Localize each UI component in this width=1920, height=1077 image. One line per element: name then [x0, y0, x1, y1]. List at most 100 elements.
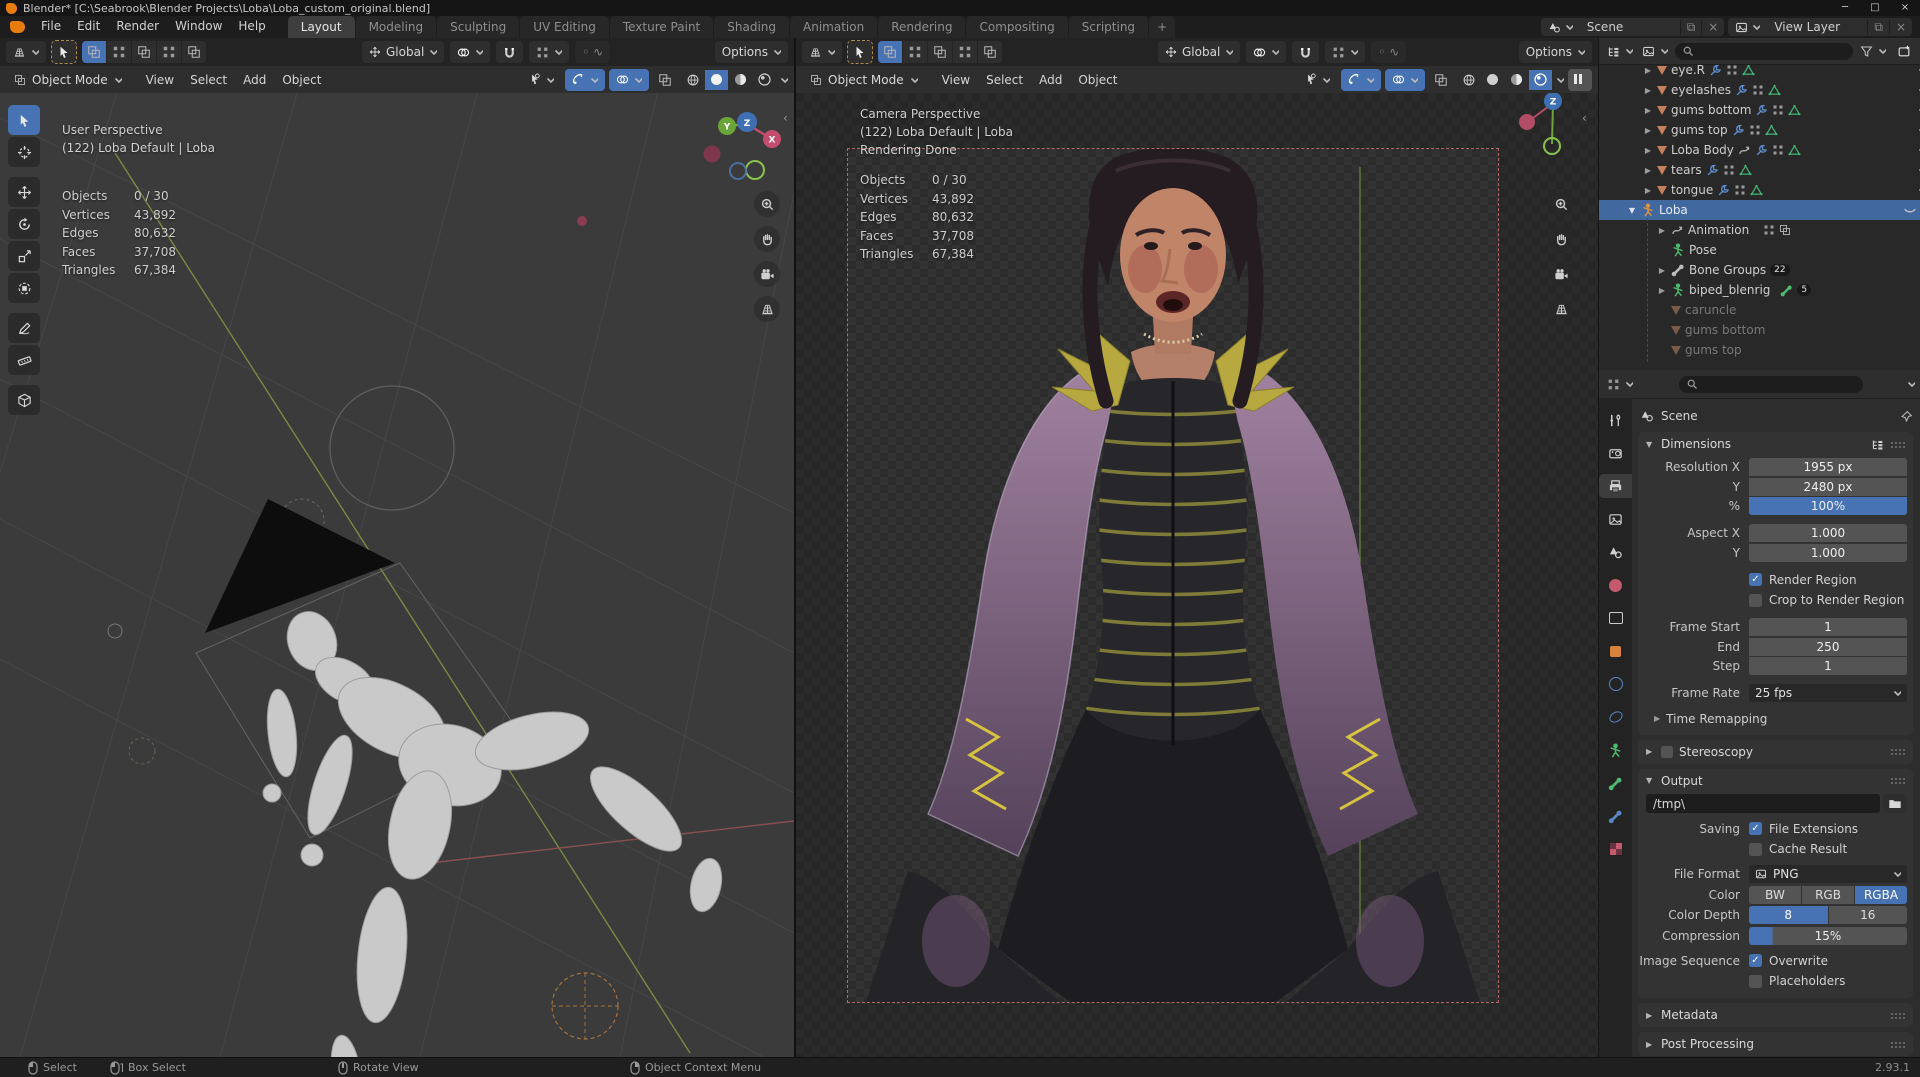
- tab-scene[interactable]: [1599, 540, 1632, 564]
- color-rgb-button[interactable]: RGB: [1802, 886, 1854, 904]
- hide-eye-closed-icon[interactable]: [1903, 203, 1917, 217]
- select-intersect-mode-button[interactable]: [182, 41, 206, 63]
- zoom-button[interactable]: [1548, 191, 1574, 217]
- tool-annotate[interactable]: [8, 313, 40, 343]
- resolution-y-field[interactable]: 2480 px: [1749, 478, 1907, 496]
- outliner-item-loba-body[interactable]: ▶ Loba Body: [1599, 140, 1920, 160]
- outliner-item-gums-bottom[interactable]: ▶ gums bottom: [1599, 100, 1920, 120]
- frame-start-field[interactable]: 1: [1749, 618, 1907, 636]
- stereoscopy-checkbox[interactable]: [1661, 746, 1673, 758]
- snap-toggle-button[interactable]: [496, 41, 523, 63]
- tab-rendering[interactable]: Rendering: [878, 16, 965, 38]
- select-extend-mode-button[interactable]: [107, 41, 131, 63]
- color-bw-button[interactable]: BW: [1749, 886, 1801, 904]
- tab-sculpting[interactable]: Sculpting: [437, 16, 519, 38]
- options-dropdown[interactable]: Options: [1519, 41, 1592, 63]
- outliner-search-input[interactable]: [1675, 43, 1853, 60]
- pin-icon[interactable]: [1900, 410, 1913, 423]
- tab-compositing[interactable]: Compositing: [966, 16, 1067, 38]
- viewport-canvas-left[interactable]: User Perspective (122) Loba Default | Lo…: [0, 93, 794, 1057]
- outliner-item-tongue[interactable]: ▶ tongue: [1599, 180, 1920, 200]
- properties-search-input[interactable]: [1679, 376, 1863, 393]
- shading-material-button[interactable]: [729, 70, 752, 90]
- select-invert-mode-button[interactable]: [157, 41, 181, 63]
- shading-wireframe-button[interactable]: [681, 70, 704, 90]
- overlays-toggle[interactable]: [609, 69, 649, 91]
- file-browse-button[interactable]: [1883, 794, 1907, 813]
- object-visibility-dropdown[interactable]: [1297, 69, 1337, 91]
- outliner-item-tears[interactable]: ▶ tears: [1599, 160, 1920, 180]
- navigation-gizmo[interactable]: Z: [1508, 93, 1578, 163]
- menu-view[interactable]: View: [934, 73, 978, 87]
- add-workspace-button[interactable]: +: [1149, 16, 1175, 38]
- outliner-item-eyelashes[interactable]: ▶ eyelashes: [1599, 80, 1920, 100]
- view-layer-selector[interactable]: View Layer ⧉ ×: [1728, 18, 1912, 36]
- tab-texture[interactable]: [1599, 837, 1632, 861]
- tab-world[interactable]: [1599, 573, 1632, 597]
- sidebar-collapse-arrow[interactable]: ‹: [783, 111, 788, 125]
- tab-object[interactable]: [1599, 639, 1632, 663]
- panel-output-header[interactable]: ▼Output: [1638, 769, 1913, 793]
- options-dropdown[interactable]: Options: [715, 41, 788, 63]
- object-visibility-dropdown[interactable]: [521, 69, 561, 91]
- tool-move[interactable]: [8, 177, 40, 207]
- copy-scene-icon[interactable]: ⧉: [1680, 20, 1702, 35]
- editor-type-button[interactable]: [1605, 40, 1635, 62]
- select-extend-mode-button[interactable]: [903, 41, 927, 63]
- tab-render[interactable]: [1599, 441, 1632, 465]
- camera-view-button[interactable]: [754, 261, 780, 287]
- editor-type-button[interactable]: [802, 41, 842, 63]
- ortho-toggle-button[interactable]: [754, 296, 780, 322]
- aspect-y-field[interactable]: 1.000: [1749, 544, 1907, 562]
- menu-add[interactable]: Add: [1031, 73, 1070, 87]
- frame-step-field[interactable]: 1: [1749, 657, 1907, 675]
- outliner-item-gums-top[interactable]: ▶ gums top: [1599, 120, 1920, 140]
- xray-toggle[interactable]: [653, 69, 677, 91]
- drag-dots-icon[interactable]: [1890, 1041, 1905, 1048]
- menu-window[interactable]: Window: [167, 16, 230, 38]
- tool-add-cube[interactable]: [8, 385, 40, 415]
- tab-tool[interactable]: [1599, 408, 1632, 432]
- ortho-toggle-button[interactable]: [1548, 296, 1574, 322]
- maximize-button[interactable]: □: [1860, 0, 1890, 16]
- drag-dots-icon[interactable]: [1890, 748, 1905, 755]
- drag-dots-icon[interactable]: [1890, 1012, 1905, 1019]
- time-remapping-subpanel[interactable]: ▶ Time Remapping: [1638, 709, 1913, 729]
- pivot-point-dropdown[interactable]: [450, 41, 490, 63]
- tool-transform[interactable]: [8, 273, 40, 303]
- tab-collection[interactable]: [1599, 606, 1632, 630]
- tab-bone-constraint[interactable]: [1599, 804, 1632, 828]
- shading-material-button[interactable]: [1505, 70, 1528, 90]
- viewport-3d-left[interactable]: Global ◦ ∿ Options Object Mode View Sele…: [0, 38, 794, 1057]
- snap-settings-dropdown[interactable]: [529, 41, 569, 63]
- proportional-editing-button[interactable]: ◦ ∿: [575, 41, 610, 63]
- menu-object[interactable]: Object: [274, 73, 329, 87]
- file-format-dropdown[interactable]: PNG: [1749, 865, 1907, 883]
- editor-type-button[interactable]: [1605, 373, 1635, 395]
- transform-orientation-dropdown[interactable]: Global: [1158, 41, 1240, 63]
- tab-modeling[interactable]: Modeling: [356, 16, 437, 38]
- menu-file[interactable]: File: [33, 16, 69, 38]
- tab-uv-editing[interactable]: UV Editing: [520, 16, 609, 38]
- depth-16-button[interactable]: 16: [1829, 906, 1908, 924]
- tab-view-layer[interactable]: [1599, 507, 1632, 531]
- unlink-scene-icon[interactable]: ×: [1701, 20, 1724, 34]
- mode-dropdown[interactable]: Object Mode: [802, 69, 926, 91]
- viewport-canvas-right[interactable]: Camera Perspective (122) Loba Default | …: [796, 93, 1598, 1057]
- tool-measure[interactable]: [8, 345, 40, 375]
- select-subtract-mode-button[interactable]: [928, 41, 952, 63]
- editor-type-button[interactable]: [6, 41, 46, 63]
- overlays-toggle[interactable]: [1385, 69, 1425, 91]
- outliner-item-loba-selected[interactable]: ▼ Loba: [1599, 200, 1920, 220]
- file-extensions-checkbox[interactable]: ✓: [1749, 822, 1762, 835]
- shading-wireframe-button[interactable]: [1457, 70, 1480, 90]
- camera-view-button[interactable]: [1548, 261, 1574, 287]
- shading-solid-button[interactable]: [705, 70, 728, 90]
- outliner-item-eye-r[interactable]: ▶ eye.R: [1599, 60, 1920, 80]
- select-intersect-mode-button[interactable]: [978, 41, 1002, 63]
- tab-object-data-armature[interactable]: [1599, 738, 1632, 762]
- cache-result-checkbox[interactable]: [1749, 843, 1762, 856]
- gizmos-toggle[interactable]: [565, 69, 605, 91]
- mode-dropdown[interactable]: Object Mode: [6, 69, 130, 91]
- gizmos-toggle[interactable]: [1341, 69, 1381, 91]
